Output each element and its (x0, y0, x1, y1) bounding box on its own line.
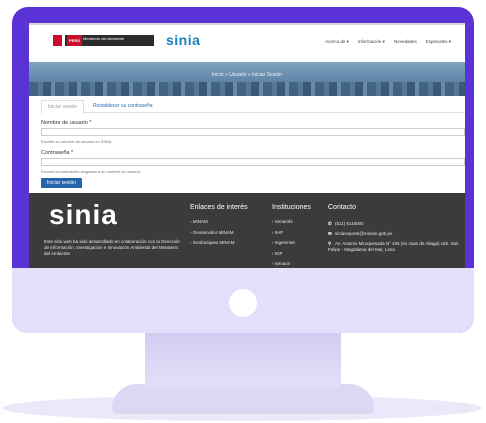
link-minam[interactable]: › MINAM (190, 217, 235, 228)
institution-senamhi[interactable]: › Senamhi (272, 217, 295, 228)
links-list: › MINAM › Geoservidor MINAM › Geobosques… (190, 217, 235, 249)
sinia-logo[interactable]: sinia (166, 32, 200, 48)
tab-iniciar-sesion[interactable]: Iniciar sesión (41, 100, 85, 114)
power-button-icon (229, 289, 257, 317)
institution-ingemmet[interactable]: › Ingemmet (272, 238, 295, 249)
login-button[interactable]: Iniciar sesión (41, 178, 82, 188)
site-footer: sinia Este sitio web ha sido desarrollad… (29, 193, 465, 268)
breadcrumb: Inicio » Usuario » Iniciar Sesión (211, 72, 283, 78)
peru-flag-icon (53, 35, 62, 46)
password-input[interactable] (41, 158, 465, 166)
institutions-title: Instituciones (272, 204, 311, 211)
nav-novedades[interactable]: Novedades (394, 39, 417, 45)
contact-phone: ✆ (511) 6116000 (328, 221, 364, 226)
login-tabs: Iniciar sesión Restablecer su contraseña (41, 100, 465, 114)
institutions-list: › Senamhi › IIAP › Ingemmet › IGP › Sena… (272, 217, 295, 268)
government-badge[interactable]: PERÚ Ministerio del Ambiente (65, 35, 154, 46)
username-help: Escriba su nombre de usuario en SINIA. (41, 139, 113, 144)
links-title: Enlaces de interés (190, 204, 248, 211)
nav-acerca[interactable]: Acerca de ▾ (325, 39, 349, 45)
footer-description: Este sitio web ha sido desarrollado en c… (44, 239, 180, 256)
monitor-stand-base (112, 384, 374, 414)
hero-banner: Inicio » Usuario » Iniciar Sesión (29, 62, 465, 96)
link-geoservidor[interactable]: › Geoservidor MINAM (190, 228, 235, 239)
main-nav: Acerca de ▾ Información ▾ Novedades Espe… (325, 39, 451, 45)
nav-informacion[interactable]: Información ▾ (358, 39, 385, 45)
contact-title: Contacto (328, 204, 357, 211)
footer-sinia-logo: sinia (49, 199, 118, 230)
phone-icon: ✆ (328, 221, 332, 226)
nav-especiales[interactable]: Especiales ▾ (426, 39, 451, 45)
contact-address: ⚲ Av. Antonio Miroquesada N° 425 (ex Juan… (328, 241, 459, 252)
link-geobosques[interactable]: › Geobosques MINAM (190, 238, 235, 249)
ministry-label: Ministerio del Ambiente (83, 36, 125, 41)
institution-igp[interactable]: › IGP (272, 249, 295, 260)
email-icon: ✉ (328, 231, 332, 236)
institution-senace[interactable]: › Senace (272, 259, 295, 268)
contact-email[interactable]: ✉ siniasoporte@minam.gob.pe (328, 231, 438, 237)
monitor-stand-neck (145, 325, 341, 387)
site-header: PERÚ Ministerio del Ambiente sinia Acerc… (29, 23, 465, 62)
password-label: Contraseña * (41, 150, 74, 156)
username-input[interactable] (41, 128, 465, 136)
city-skyline (29, 82, 465, 96)
password-help: Escriba la contraseña asignada a su nomb… (41, 169, 142, 174)
peru-label: PERÚ (67, 35, 83, 46)
username-label: Nombre de usuario * (41, 120, 92, 126)
screen: PERÚ Ministerio del Ambiente sinia Acerc… (29, 23, 465, 268)
tab-restablecer-contrasena[interactable]: Restablecer su contraseña (87, 100, 158, 112)
institution-iiap[interactable]: › IIAP (272, 228, 295, 239)
